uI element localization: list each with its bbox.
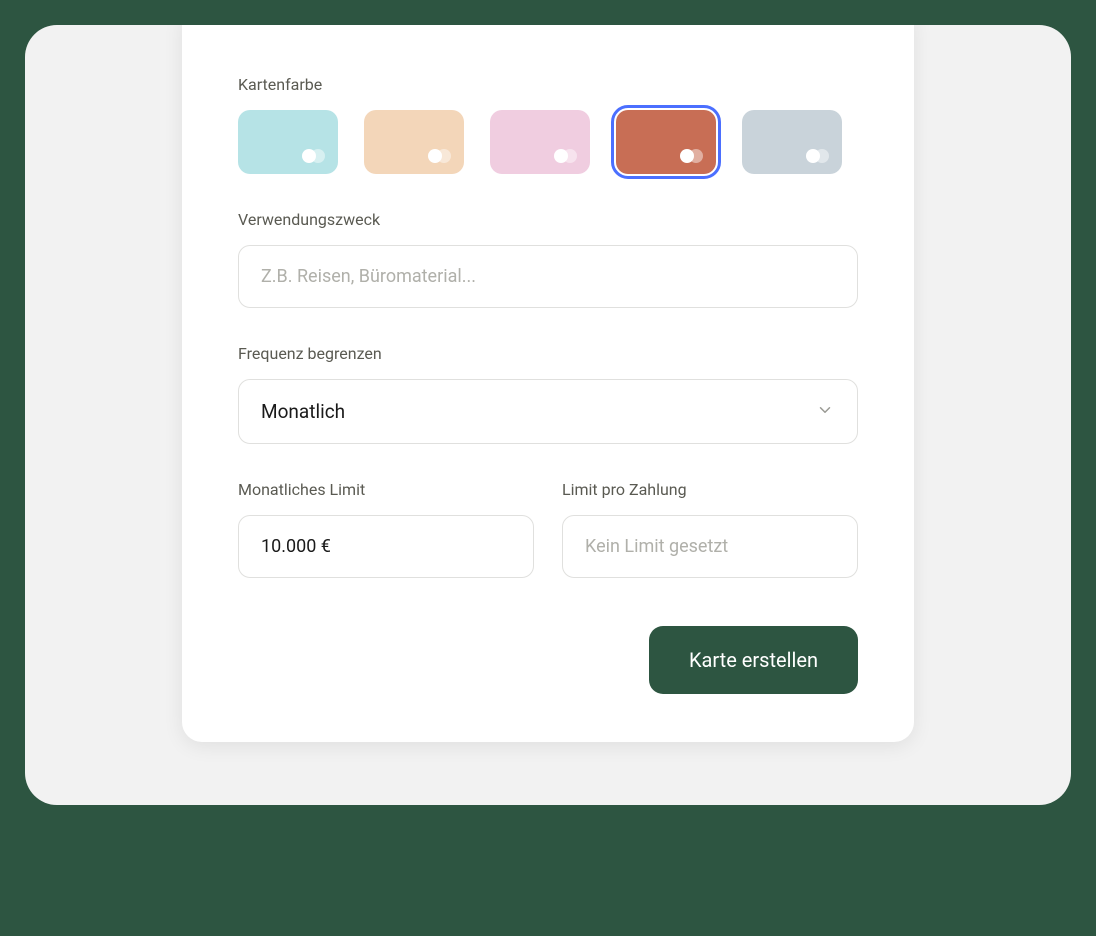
limits-row: Monatliches Limit Limit pro Zahlung	[238, 480, 858, 578]
mastercard-icon	[680, 149, 703, 163]
per-payment-limit-input[interactable]	[562, 515, 858, 578]
mastercard-icon	[302, 149, 325, 163]
color-swatch-peach[interactable]	[364, 110, 464, 174]
button-row: Karte erstellen	[238, 626, 858, 694]
create-card-button[interactable]: Karte erstellen	[649, 626, 858, 694]
card-creation-panel: Kartenfarbe	[182, 25, 914, 742]
purpose-input[interactable]	[238, 245, 858, 308]
purpose-label: Verwendungszweck	[238, 210, 858, 229]
color-swatch-row	[238, 110, 858, 174]
monthly-limit-col: Monatliches Limit	[238, 480, 534, 578]
frequency-select-wrapper: Monatlich	[238, 379, 858, 444]
per-payment-limit-col: Limit pro Zahlung	[562, 480, 858, 578]
per-payment-limit-label: Limit pro Zahlung	[562, 480, 858, 499]
outer-container: Kartenfarbe	[25, 25, 1071, 805]
monthly-limit-label: Monatliches Limit	[238, 480, 534, 499]
mastercard-icon	[554, 149, 577, 163]
monthly-limit-input[interactable]	[238, 515, 534, 578]
frequency-label: Frequenz begrenzen	[238, 344, 858, 363]
card-color-label: Kartenfarbe	[238, 75, 858, 94]
color-swatch-light-blue[interactable]	[238, 110, 338, 174]
color-swatch-pink[interactable]	[490, 110, 590, 174]
color-swatch-gray-blue[interactable]	[742, 110, 842, 174]
mastercard-icon	[428, 149, 451, 163]
mastercard-icon	[806, 149, 829, 163]
frequency-select[interactable]: Monatlich	[238, 379, 858, 444]
color-swatch-terracotta[interactable]	[616, 110, 716, 174]
